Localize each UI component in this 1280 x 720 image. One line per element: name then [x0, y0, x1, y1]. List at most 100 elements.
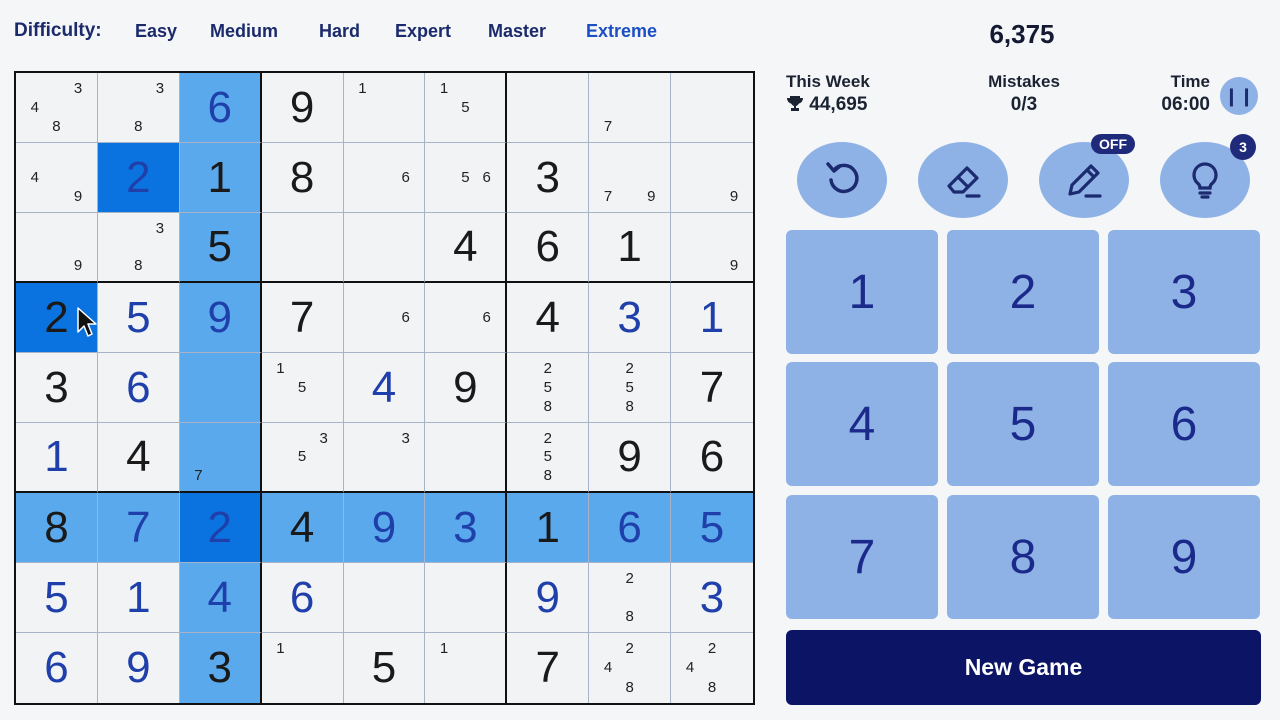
- board-cell-r7c7[interactable]: 1: [507, 493, 590, 563]
- numpad-3[interactable]: 3: [1108, 230, 1260, 354]
- board-cell-r1c2[interactable]: 38: [97, 73, 180, 143]
- board-cell-r2c1[interactable]: 49: [16, 143, 98, 213]
- board-cell-r7c3[interactable]: 2: [179, 493, 262, 563]
- board-cell-r2c5[interactable]: 6: [343, 143, 426, 213]
- board-cell-r5c1[interactable]: 3: [16, 353, 98, 423]
- numpad-6[interactable]: 6: [1108, 362, 1260, 486]
- board-cell-r2c3[interactable]: 1: [179, 143, 262, 213]
- board-cell-r9c3[interactable]: 3: [179, 633, 262, 703]
- notes-button[interactable]: OFF: [1039, 134, 1135, 218]
- board-cell-r2c8[interactable]: 79: [589, 143, 672, 213]
- board-cell-r4c5[interactable]: 6: [343, 283, 426, 353]
- board-cell-r9c4[interactable]: 1: [262, 633, 344, 703]
- board-cell-r9c7[interactable]: 7: [507, 633, 590, 703]
- board-cell-r6c4[interactable]: 35: [261, 423, 344, 493]
- numpad-9[interactable]: 9: [1108, 495, 1260, 619]
- board-cell-r2c6[interactable]: 56: [425, 143, 508, 213]
- board-cell-r6c7[interactable]: 258: [507, 423, 590, 493]
- board-cell-r8c6[interactable]: [425, 563, 508, 633]
- board-cell-r9c5[interactable]: 5: [344, 633, 426, 703]
- board-cell-r6c2[interactable]: 4: [97, 423, 180, 493]
- board-cell-r6c5[interactable]: 3: [343, 423, 426, 493]
- board-cell-r2c9[interactable]: 9: [671, 143, 753, 213]
- board-cell-r8c3[interactable]: 4: [179, 563, 262, 633]
- board-cell-r2c7[interactable]: 3: [507, 143, 590, 213]
- board-cell-r3c5[interactable]: [343, 213, 426, 283]
- board-cell-r6c9[interactable]: 6: [671, 423, 753, 493]
- board-cell-r4c7[interactable]: 4: [507, 283, 590, 353]
- pause-button[interactable]: ❙❙: [1220, 77, 1258, 115]
- board-cell-r3c3[interactable]: 5: [179, 213, 262, 283]
- board-cell-r8c5[interactable]: [343, 563, 426, 633]
- board-cell-r5c3[interactable]: [179, 353, 262, 423]
- board-cell-r5c9[interactable]: 7: [671, 353, 753, 423]
- board-cell-r1c5[interactable]: 1: [343, 73, 426, 143]
- board-cell-r6c1[interactable]: 1: [16, 423, 98, 493]
- board-cell-r1c8[interactable]: 7: [589, 73, 672, 143]
- board-cell-r6c8[interactable]: 9: [589, 423, 672, 493]
- difficulty-master[interactable]: Master: [488, 21, 546, 42]
- board-cell-r7c8[interactable]: 6: [589, 493, 672, 563]
- numpad-5[interactable]: 5: [947, 362, 1099, 486]
- board-cell-r9c8[interactable]: 248: [589, 633, 672, 703]
- erase-button[interactable]: [918, 142, 1008, 218]
- board-cell-r5c5[interactable]: 4: [343, 353, 426, 423]
- board-cell-r4c3[interactable]: 9: [179, 283, 262, 353]
- board-cell-r3c2[interactable]: 38: [97, 213, 180, 283]
- board-cell-r4c1[interactable]: 2: [16, 283, 98, 353]
- difficulty-extreme[interactable]: Extreme: [586, 21, 657, 42]
- numpad-2[interactable]: 2: [947, 230, 1099, 354]
- board-cell-r1c3[interactable]: 6: [179, 73, 262, 143]
- board-cell-r5c7[interactable]: 2 5 8: [507, 353, 590, 423]
- board-cell-r8c9[interactable]: 3: [671, 563, 753, 633]
- difficulty-medium[interactable]: Medium: [210, 21, 278, 42]
- board-cell-r7c6[interactable]: 3: [425, 493, 508, 563]
- board-cell-r4c6[interactable]: 6: [425, 283, 508, 353]
- board-cell-r1c9[interactable]: [671, 73, 753, 143]
- board-cell-r1c7[interactable]: [507, 73, 590, 143]
- board-cell-r7c4[interactable]: 4: [261, 493, 344, 563]
- board-cell-r3c6[interactable]: 4: [425, 213, 508, 283]
- board-cell-r1c1[interactable]: 3 48: [16, 73, 98, 143]
- board-cell-r7c9[interactable]: 5: [671, 493, 753, 563]
- board-cell-r5c2[interactable]: 6: [97, 353, 180, 423]
- board-cell-r3c4[interactable]: [261, 213, 344, 283]
- numpad-1[interactable]: 1: [786, 230, 938, 354]
- board-cell-r8c7[interactable]: 9: [507, 563, 590, 633]
- board-cell-r9c9[interactable]: 248: [671, 633, 753, 703]
- board-cell-r4c9[interactable]: 1: [671, 283, 753, 353]
- difficulty-expert[interactable]: Expert: [395, 21, 451, 42]
- numpad-8[interactable]: 8: [947, 495, 1099, 619]
- numpad-7[interactable]: 7: [786, 495, 938, 619]
- undo-button[interactable]: [797, 142, 887, 218]
- board-cell-r4c8[interactable]: 3: [589, 283, 672, 353]
- board-cell-r9c2[interactable]: 9: [98, 633, 180, 703]
- board-cell-r1c4[interactable]: 9: [261, 73, 344, 143]
- board-cell-r6c3[interactable]: 7: [179, 423, 262, 493]
- board-cell-r5c4[interactable]: 15: [261, 353, 344, 423]
- board-cell-r7c1[interactable]: 8: [16, 493, 98, 563]
- board-cell-r8c1[interactable]: 5: [16, 563, 98, 633]
- difficulty-hard[interactable]: Hard: [319, 21, 360, 42]
- board-cell-r4c2[interactable]: 5: [97, 283, 180, 353]
- board-cell-r2c4[interactable]: 8: [261, 143, 344, 213]
- board-cell-r9c6[interactable]: 1: [425, 633, 508, 703]
- new-game-button[interactable]: New Game: [786, 630, 1261, 705]
- board-cell-r3c1[interactable]: 9: [16, 213, 98, 283]
- numpad-4[interactable]: 4: [786, 362, 938, 486]
- board-cell-r7c2[interactable]: 7: [97, 493, 180, 563]
- board-cell-r7c5[interactable]: 9: [343, 493, 426, 563]
- board-cell-r5c6[interactable]: 9: [425, 353, 508, 423]
- hint-button[interactable]: 3: [1160, 134, 1256, 218]
- board-cell-r8c4[interactable]: 6: [261, 563, 344, 633]
- board-cell-r8c8[interactable]: 28: [589, 563, 672, 633]
- board-cell-r5c8[interactable]: 2 5 8: [589, 353, 672, 423]
- difficulty-easy[interactable]: Easy: [135, 21, 177, 42]
- board-cell-r8c2[interactable]: 1: [97, 563, 180, 633]
- board-cell-r9c1[interactable]: 6: [16, 633, 98, 703]
- board-cell-r3c7[interactable]: 6: [507, 213, 590, 283]
- board-cell-r1c6[interactable]: 15: [425, 73, 508, 143]
- board-cell-r2c2[interactable]: 2: [97, 143, 180, 213]
- board-cell-r3c8[interactable]: 1: [589, 213, 672, 283]
- board-cell-r4c4[interactable]: 7: [261, 283, 344, 353]
